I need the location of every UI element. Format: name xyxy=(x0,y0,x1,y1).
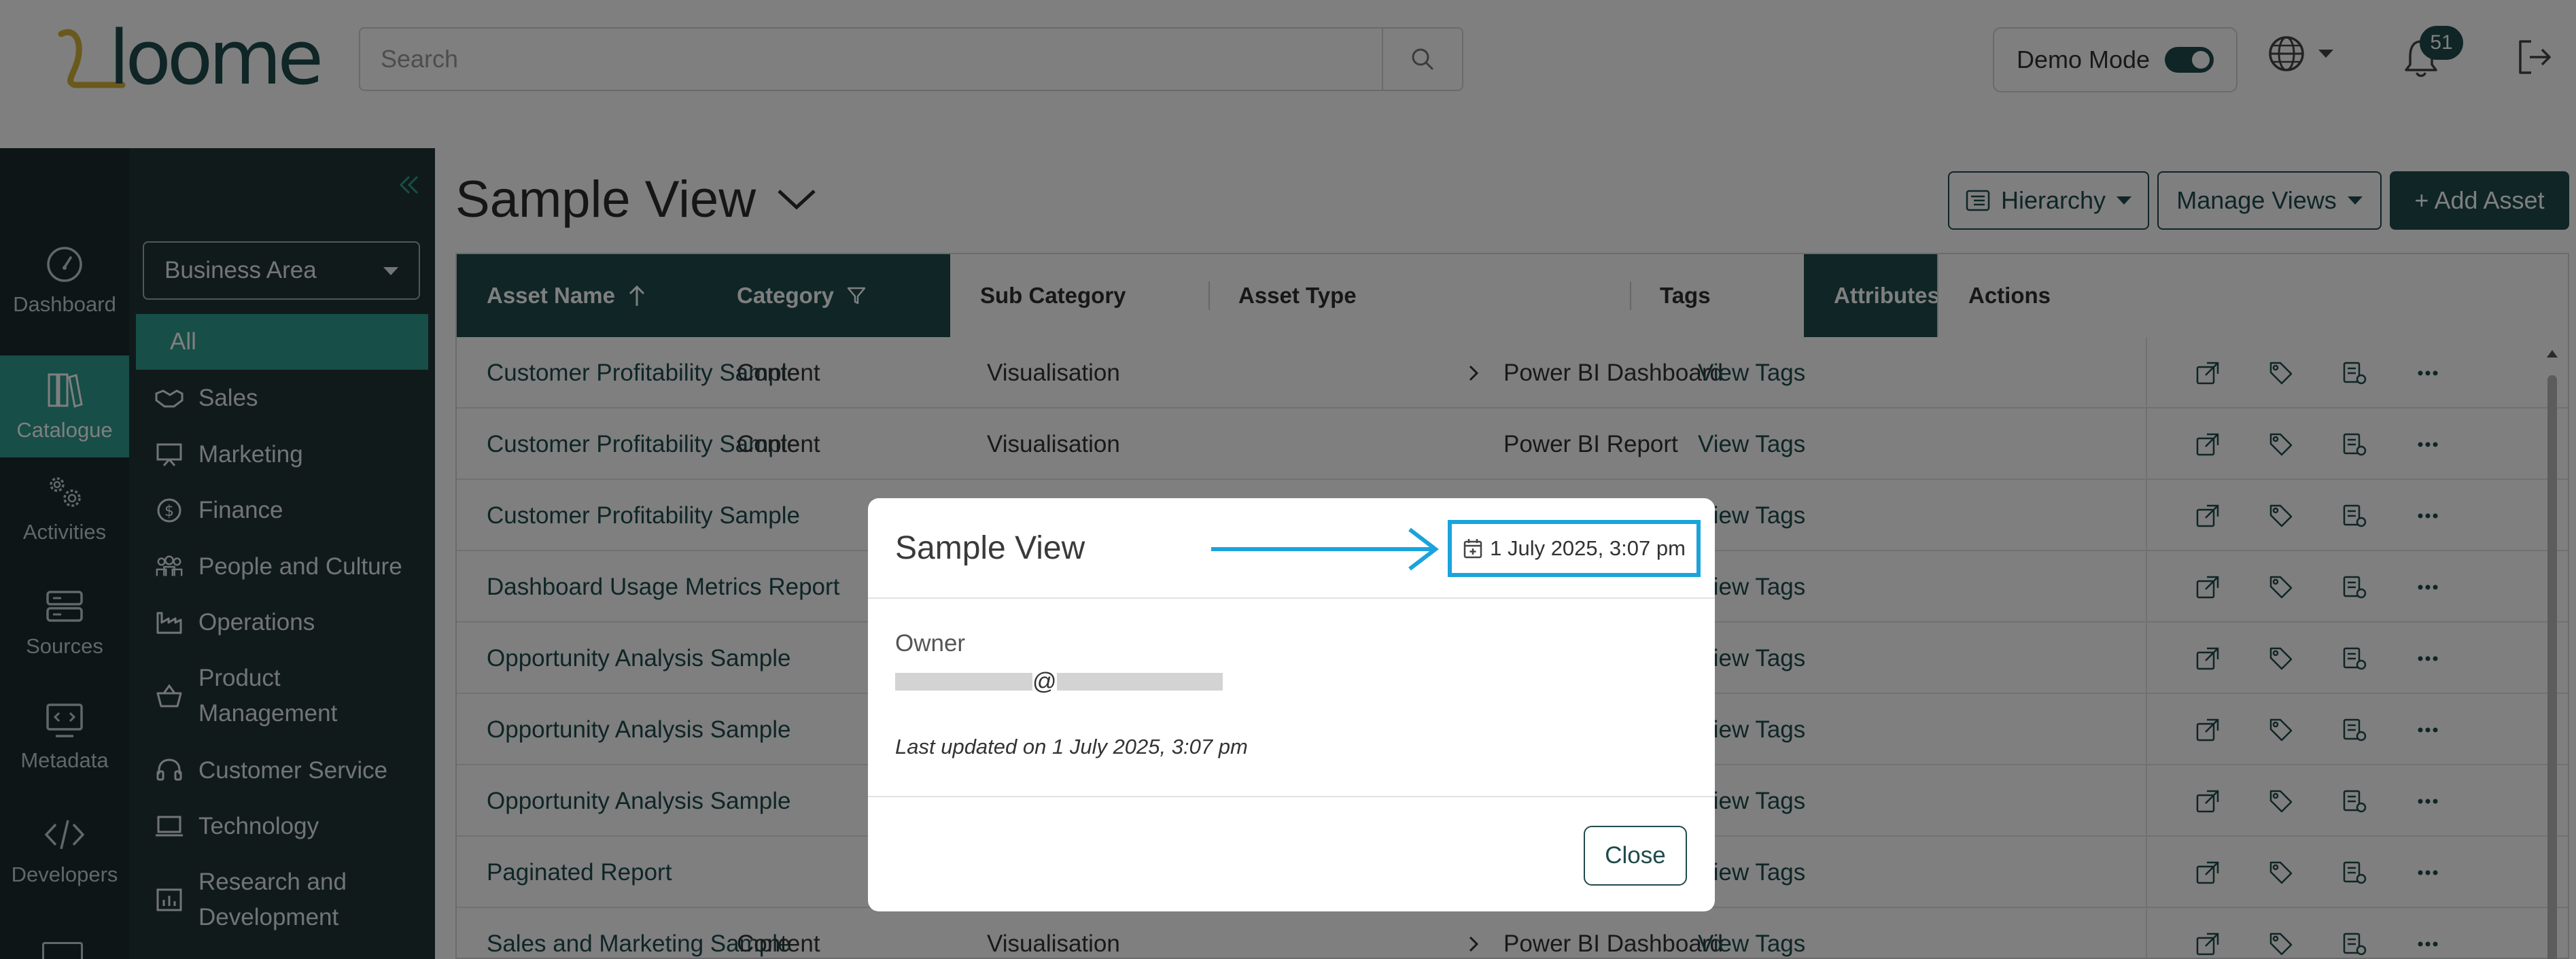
modal-header: Sample View 1 July 2025, 3:07 pm xyxy=(868,498,1715,599)
close-button[interactable]: Close xyxy=(1584,826,1687,886)
owner-label: Owner xyxy=(895,630,966,657)
calendar-plus-icon xyxy=(1463,539,1482,559)
annotation-arrow-icon xyxy=(1211,527,1439,571)
last-updated-text: Last updated on 1 July 2025, 3:07 pm xyxy=(895,735,1248,759)
redacted-text xyxy=(895,673,1032,691)
created-date-text: 1 July 2025, 3:07 pm xyxy=(1490,536,1686,560)
owner-at-sign: @ xyxy=(1032,668,1057,695)
modal-body: Owner @ Last updated on 1 July 2025, 3:0… xyxy=(868,600,1715,797)
redacted-text xyxy=(1056,673,1223,691)
created-date: 1 July 2025, 3:07 pm xyxy=(1448,520,1701,577)
owner-email: @ xyxy=(895,668,1223,695)
view-info-modal: Sample View 1 July 2025, 3:07 pm Owner @… xyxy=(868,498,1715,911)
modal-title: Sample View xyxy=(895,530,1085,566)
